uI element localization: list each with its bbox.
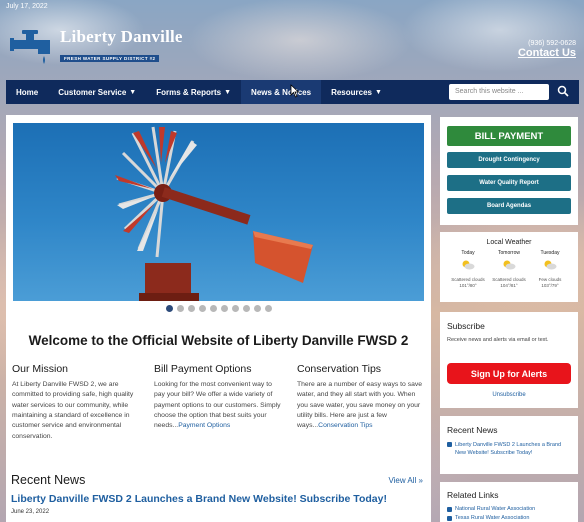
mission-column: Our Mission At Liberty Danville FWSD 2, … xyxy=(12,363,142,442)
weather-temps: 103°/79° xyxy=(541,282,559,288)
conservation-text: There are a number of easy ways to save … xyxy=(297,380,427,432)
bill-payment-text: Looking for the most convenient way to p… xyxy=(154,380,284,432)
logo-subtitle: FRESH WATER SUPPLY DISTRICT #2 xyxy=(60,55,160,62)
slider-dot[interactable] xyxy=(264,305,272,312)
weather-day-name: Tomorrow xyxy=(498,250,520,256)
chevron-down-icon: ▼ xyxy=(224,88,232,96)
bill-payment-button[interactable]: BILL PAYMENT xyxy=(447,126,571,146)
mission-title: Our Mission xyxy=(12,363,69,375)
nav-home[interactable]: Home xyxy=(6,80,48,104)
conservation-column: Conservation Tips There are a number of … xyxy=(297,363,427,432)
slider-dot[interactable] xyxy=(242,305,250,312)
partly-cloudy-icon xyxy=(544,260,557,270)
sign-up-alerts-button[interactable]: Sign Up for Alerts xyxy=(447,363,571,384)
mouse-cursor-icon xyxy=(290,84,300,98)
bullet-icon xyxy=(447,516,452,521)
board-agendas-button[interactable]: Board Agendas xyxy=(447,198,571,214)
bullet-icon xyxy=(447,442,452,447)
bullet-icon xyxy=(447,507,452,512)
weather-condition: Scattered clouds xyxy=(492,277,526,282)
partly-cloudy-icon xyxy=(462,260,475,270)
slider-dot[interactable] xyxy=(220,305,228,312)
water-faucet-icon xyxy=(10,30,50,64)
chevron-down-icon: ▼ xyxy=(375,88,382,96)
mission-text: At Liberty Danville FWSD 2, we are commi… xyxy=(12,380,142,442)
related-link-item[interactable]: National Rural Water Association xyxy=(447,506,535,512)
water-quality-report-button[interactable]: Water Quality Report xyxy=(447,175,571,191)
bill-payment-column: Bill Payment Options Looking for the mos… xyxy=(154,363,284,432)
weather-day: Tuesday Few clouds 103°/79° xyxy=(530,250,570,289)
related-link-item[interactable]: Texas Rural Water Association xyxy=(447,515,529,521)
logo-title: Liberty Danville xyxy=(60,27,183,46)
weather-day-name: Today xyxy=(461,250,475,256)
related-link[interactable]: Texas Rural Water Association xyxy=(455,515,529,521)
slider-dot[interactable] xyxy=(253,305,261,312)
nav-news-notices-label: News & Notices xyxy=(251,87,312,97)
nav-customer-service-label: Customer Service xyxy=(58,87,127,97)
subscribe-title: Subscribe xyxy=(447,321,485,331)
local-weather-widget: Local Weather Today Scattered clouds 101… xyxy=(440,232,578,302)
conservation-tips-link[interactable]: Conservation Tips xyxy=(318,422,372,429)
hero-slideshow-image xyxy=(13,123,424,301)
site-logo[interactable]: Liberty Danville FRESH WATER SUPPLY DIST… xyxy=(10,26,183,66)
slider-dot[interactable] xyxy=(209,305,217,312)
subscribe-panel: Subscribe Receive news and alerts via em… xyxy=(440,312,578,408)
subscribe-text: Receive news and alerts via email or tex… xyxy=(447,337,549,343)
current-date: July 17, 2022 xyxy=(6,3,48,10)
main-content: Welcome to the Official Website of Liber… xyxy=(6,115,431,522)
related-link[interactable]: National Rural Water Association xyxy=(455,506,535,512)
weather-title: Local Weather xyxy=(486,239,532,246)
view-all-link[interactable]: View All » xyxy=(388,476,423,485)
search-input[interactable]: Search this website ... xyxy=(449,84,549,100)
weather-temps: 101°/80° xyxy=(459,282,477,288)
chevron-down-icon: ▼ xyxy=(129,88,137,96)
slider-dot[interactable] xyxy=(231,305,239,312)
sidebar-news-title: Recent News xyxy=(447,425,498,435)
search-icon[interactable] xyxy=(557,85,569,97)
payment-options-link[interactable]: Payment Options xyxy=(178,422,230,429)
drought-contingency-button[interactable]: Drought Contingency xyxy=(447,152,571,168)
nav-news-notices[interactable]: News & Notices xyxy=(241,80,322,104)
bill-payment-options-title: Bill Payment Options xyxy=(154,363,252,375)
slider-dots xyxy=(6,305,431,312)
nav-resources-label: Resources xyxy=(331,87,372,97)
weather-condition: Scattered clouds xyxy=(451,277,485,282)
unsubscribe-link[interactable]: Unsubscribe xyxy=(440,392,578,398)
weather-day: Tomorrow Scattered clouds 104°/81° xyxy=(489,250,529,289)
mission-body: At Liberty Danville FWSD 2, we are commi… xyxy=(12,381,134,440)
related-links-panel: Related Links National Rural Water Assoc… xyxy=(440,482,578,522)
quick-links-panel: BILL PAYMENT Drought Contingency Water Q… xyxy=(440,117,578,225)
news-date: June 23, 2022 xyxy=(11,509,50,515)
weather-day: Today Scattered clouds 101°/80° xyxy=(448,250,488,289)
welcome-heading: Welcome to the Official Website of Liber… xyxy=(28,333,409,348)
nav-home-label: Home xyxy=(16,87,39,97)
nav-resources[interactable]: Resources ▼ xyxy=(321,80,392,104)
nav-customer-service[interactable]: Customer Service ▼ xyxy=(48,80,146,104)
partly-cloudy-icon xyxy=(503,260,516,270)
header-contact: (936) 592-0628 Contact Us xyxy=(518,40,576,59)
related-links-title: Related Links xyxy=(447,490,499,500)
contact-us-link[interactable]: Contact Us xyxy=(518,47,576,59)
news-headline-link[interactable]: Liberty Danville FWSD 2 Launches a Brand… xyxy=(11,493,387,505)
weather-day-name: Tuesday xyxy=(540,250,560,256)
nav-forms-reports-label: Forms & Reports xyxy=(156,87,222,97)
sidebar-news-item[interactable]: Liberty Danville FWSD 2 Launches a Brand… xyxy=(447,441,573,458)
sidebar-news-link[interactable]: Liberty Danville FWSD 2 Launches a Brand… xyxy=(455,442,561,456)
slider-dot[interactable] xyxy=(187,305,195,312)
sidebar-recent-news: Recent News Liberty Danville FWSD 2 Laun… xyxy=(440,416,578,474)
slider-dot[interactable] xyxy=(165,305,173,312)
nav-forms-reports[interactable]: Forms & Reports ▼ xyxy=(146,80,241,104)
recent-news-title: Recent News xyxy=(11,473,86,487)
weather-temps: 104°/81° xyxy=(500,282,518,288)
slider-dot[interactable] xyxy=(198,305,206,312)
phone-number: (936) 592-0628 xyxy=(528,40,576,47)
windmill-illustration xyxy=(115,126,313,301)
conservation-title: Conservation Tips xyxy=(297,363,382,375)
slider-dot[interactable] xyxy=(176,305,184,312)
